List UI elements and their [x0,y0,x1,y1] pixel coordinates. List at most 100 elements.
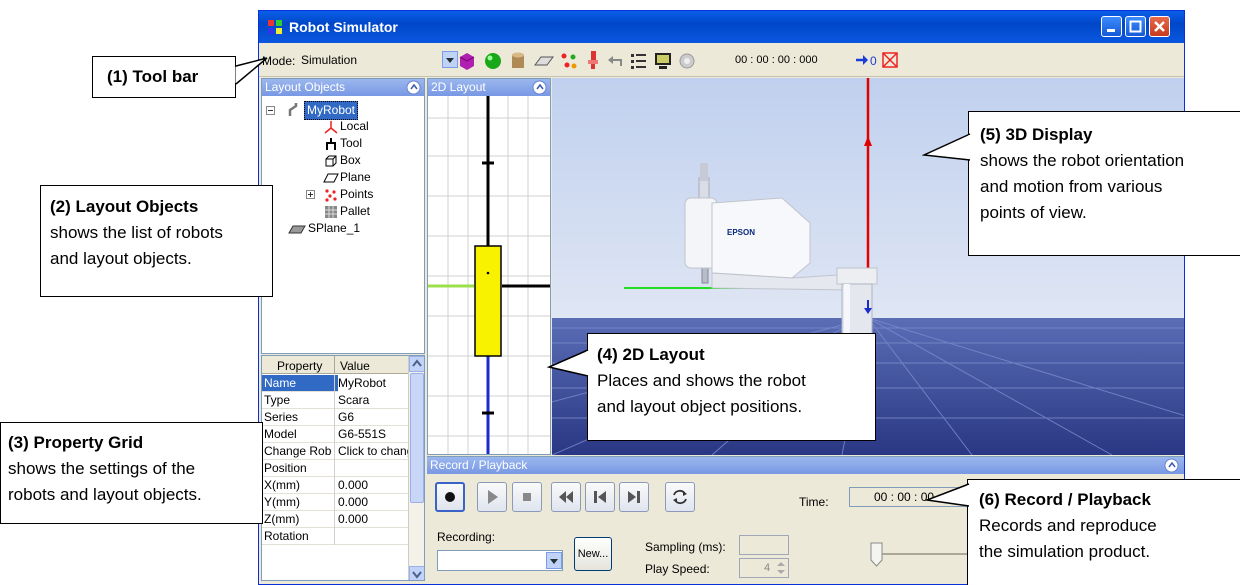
property-key: Y(mm) [264,495,300,509]
callout-2d-layout-pointer [546,349,590,377]
minimize-button[interactable] [1101,16,1122,37]
mode-select[interactable]: Simulation [299,50,459,69]
property-row[interactable]: Z(mm) 0.000 [262,511,408,528]
tree-item-pallet[interactable]: Pallet [340,203,370,220]
callout-2d-layout-line1: Places and shows the robot [597,371,806,390]
arrow-count: 0 [870,54,877,68]
play-speed-label: Play Speed: [645,562,710,576]
tree-item-splane[interactable]: SPlane_1 [308,220,360,237]
property-row[interactable]: Model G6-551S [262,426,408,443]
splane-icon [288,225,306,234]
property-row[interactable]: Y(mm) 0.000 [262,494,408,511]
property-value[interactable]: 0.000 [338,511,408,528]
record-button[interactable] [435,482,465,512]
scroll-up-icon[interactable] [409,356,425,372]
play-speed-stepper[interactable]: 4 [739,558,789,578]
plane-icon[interactable] [533,53,555,69]
sampling-input[interactable] [739,535,789,555]
tree-item-tool[interactable]: Tool [340,135,362,152]
property-scrollbar[interactable] [408,356,425,581]
property-row[interactable]: Type Scara [262,392,408,409]
skip-end-button[interactable] [619,482,649,512]
robot-arm-icon[interactable] [583,49,603,71]
play-button[interactable] [477,482,507,512]
list-icon[interactable] [629,51,649,71]
points-icon[interactable] [559,51,579,71]
robot-2d-body [474,245,502,357]
tree-expand-icon[interactable] [306,190,316,200]
play-speed-value: 4 [764,562,771,574]
monitor-icon[interactable] [653,51,673,71]
property-row[interactable]: Name MyRobot [262,375,408,392]
property-row[interactable]: Series G6 [262,409,408,426]
chevron-down-icon[interactable] [546,552,562,569]
undo-icon[interactable] [606,52,626,70]
callout-record-playback: (6) Record / Playback Records and reprod… [967,479,1240,585]
callout-property-grid: (3) Property Grid shows the settings of … [0,422,263,524]
box-icon [325,155,337,167]
loop-button[interactable] [665,482,695,512]
sphere-icon[interactable] [483,51,503,71]
stop-icon [523,493,531,501]
stepper-arrows-icon[interactable] [775,560,787,576]
cube-icon[interactable] [457,51,477,71]
property-value[interactable]: 0.000 [338,494,408,511]
property-value[interactable]: Scara [338,392,408,409]
new-recording-button[interactable]: New... [574,537,612,571]
callout-property-grid-line1: shows the settings of the [8,459,196,478]
rewind-button[interactable] [551,482,581,512]
tool-icon [326,138,336,150]
time-label: Time: [799,495,829,509]
property-value[interactable]: MyRobot [338,375,408,392]
callout-layout-objects: (2) Layout Objects shows the list of rob… [40,185,273,297]
scroll-thumb[interactable] [410,373,424,503]
skip-start-button[interactable] [585,482,615,512]
layout-2d-canvas[interactable] [428,96,551,455]
play-icon [488,490,498,504]
app-icon [268,20,282,34]
skip-start-icon [594,491,606,503]
clear-points-icon[interactable] [881,51,899,69]
window-title: Robot Simulator [289,19,398,35]
property-key: Position [264,461,307,475]
property-grid: Property Value Name MyRobot Type Scara Serie… [261,355,425,581]
title-bar[interactable]: Robot Simulator [259,11,1184,43]
layout-2d-panel: 2D Layout [427,78,551,455]
chevron-down-icon[interactable] [442,51,458,68]
local-icon [324,121,338,134]
property-value[interactable]: G6 [338,409,408,426]
tree-item-points[interactable]: Points [340,186,373,203]
callout-record-playback-title: (6) Record / Playback [979,490,1151,509]
callout-property-grid-line2: robots and layout objects. [8,485,202,504]
scroll-down-icon[interactable] [409,566,425,581]
tree-item-box[interactable]: Box [340,152,361,169]
tree-item-local[interactable]: Local [340,118,369,135]
stop-button[interactable] [512,482,542,512]
property-row[interactable]: Rotation [262,528,408,545]
property-row[interactable]: Position [262,460,408,477]
property-key: Series [264,410,299,424]
collapse-icon[interactable] [1164,458,1179,473]
property-value[interactable]: 0.000 [338,477,408,494]
tree-collapse-icon[interactable] [266,106,276,116]
points-icon [325,189,337,202]
property-value[interactable]: Click to change [338,443,408,460]
maximize-button[interactable] [1125,16,1146,37]
arrow-right-icon[interactable] [855,54,869,66]
recording-select[interactable] [437,550,563,571]
loop-icon [673,489,687,505]
settings-icon[interactable] [677,51,697,71]
skip-end-icon [628,491,640,503]
cylinder-icon[interactable] [508,51,528,71]
callout-2d-layout: (4) 2D Layout Places and shows the robot… [587,333,876,441]
maximize-icon [1129,20,1142,33]
close-button[interactable] [1149,16,1170,37]
property-row[interactable]: Change Robot Click to change [262,443,408,460]
layout-objects-header: Layout Objects [262,79,424,96]
playback-slider-thumb[interactable] [870,542,884,568]
property-row[interactable]: X(mm) 0.000 [262,477,408,494]
collapse-icon[interactable] [406,80,421,95]
collapse-icon[interactable] [532,80,547,95]
tree-item-plane[interactable]: Plane [340,169,371,186]
property-value[interactable]: G6-551S [338,426,408,443]
